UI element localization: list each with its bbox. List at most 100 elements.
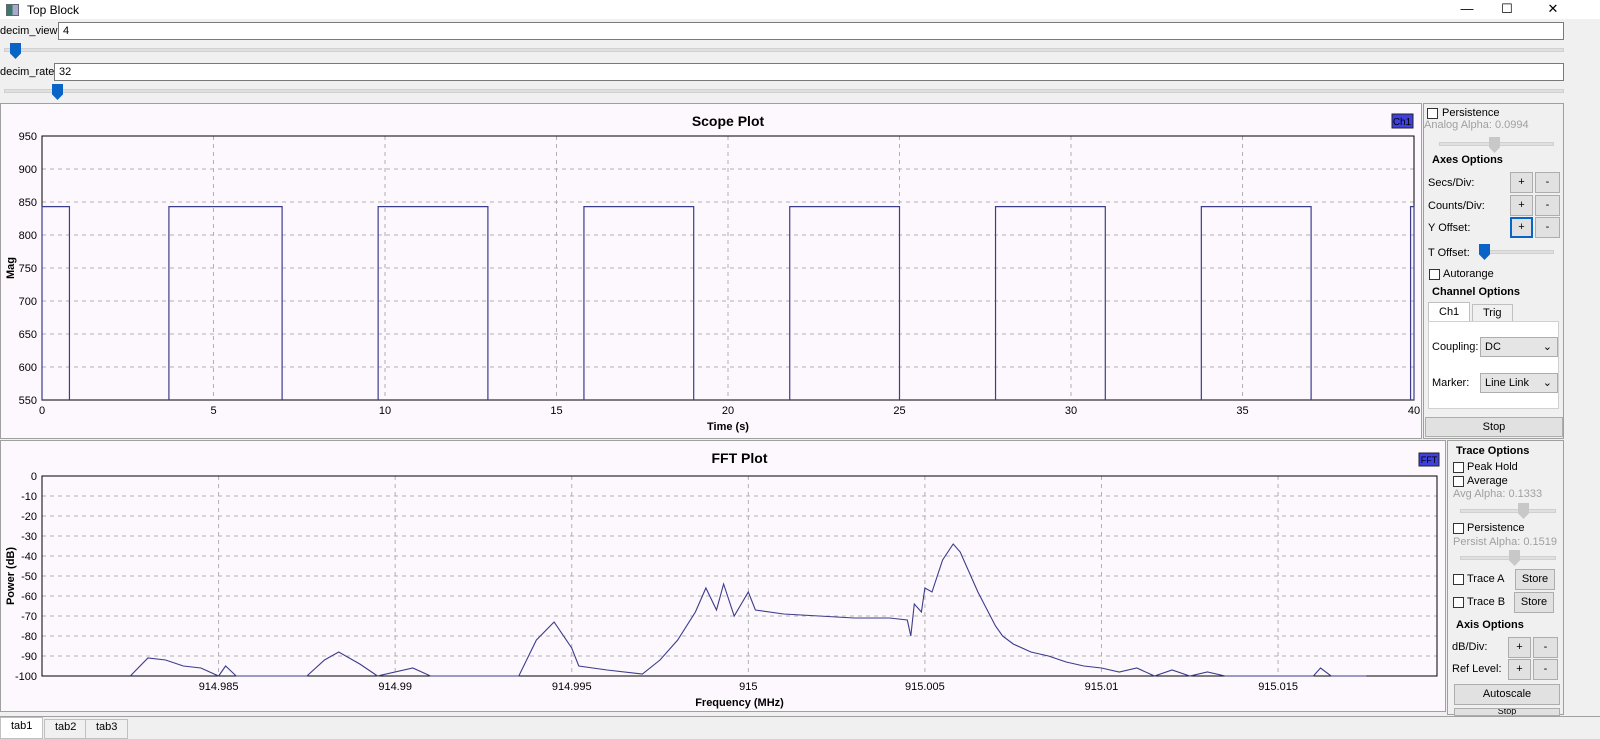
- y-tick-label: -50: [21, 571, 37, 583]
- x-tick-label: 25: [893, 405, 905, 417]
- close-button[interactable]: ✕: [1530, 0, 1576, 19]
- fft-plot: FFT Plot 0 -10 -20 -30 -40 -50 -60 -70 -80 -90 -100…: [5, 450, 1440, 709]
- marker-value: Line Link: [1485, 377, 1530, 389]
- decim-view-slider-handle[interactable]: [10, 43, 21, 59]
- x-tick-label: 915: [739, 681, 757, 693]
- y-tick-label: 900: [19, 164, 37, 176]
- ref-level-label: Ref Level:: [1452, 663, 1502, 675]
- scope-plot-panel: Scope Plot 950 900 850 800 750 700 650 600 550 0 5 1…: [0, 103, 1422, 439]
- db-div-minus-button[interactable]: -: [1533, 637, 1558, 658]
- decim-view-slider[interactable]: [4, 48, 1564, 52]
- x-axis-label: Frequency (MHz): [695, 697, 784, 709]
- fft-persistence-checkbox[interactable]: [1453, 523, 1464, 534]
- y-offset-minus-button[interactable]: -: [1535, 217, 1560, 238]
- trace-b-label: Trace B: [1467, 596, 1506, 608]
- analog-alpha-handle[interactable]: [1489, 137, 1500, 153]
- autorange-label: Autorange: [1443, 268, 1494, 280]
- y-offset-plus-button[interactable]: +: [1510, 217, 1533, 238]
- x-tick-label: 914.995: [552, 681, 592, 693]
- x-tick-label: 914.985: [199, 681, 239, 693]
- x-tick-label: 5: [210, 405, 216, 417]
- x-tick-label: 915.005: [905, 681, 945, 693]
- autorange-checkbox[interactable]: [1429, 269, 1440, 280]
- persist-alpha-slider[interactable]: [1460, 556, 1556, 560]
- axes-options-heading: Axes Options: [1432, 154, 1503, 166]
- counts-div-label: Counts/Div:: [1428, 200, 1485, 212]
- avg-alpha-slider[interactable]: [1460, 509, 1556, 513]
- x-tick-label: 915.01: [1085, 681, 1119, 693]
- tab-tab2[interactable]: tab2: [44, 719, 88, 739]
- y-tick-label: 850: [19, 197, 37, 209]
- decim-view-label: decim_view:: [0, 25, 61, 37]
- counts-div-minus-button[interactable]: -: [1535, 195, 1560, 216]
- t-offset-slider[interactable]: [1479, 250, 1554, 254]
- y-tick-label: -60: [21, 591, 37, 603]
- y-tick-label: -40: [21, 551, 37, 563]
- y-tick-label: -90: [21, 651, 37, 663]
- coupling-label: Coupling:: [1432, 341, 1479, 353]
- plot-title: Scope Plot: [692, 113, 765, 129]
- y-tick-label: 600: [19, 362, 37, 374]
- t-offset-label: T Offset:: [1428, 247, 1470, 259]
- scope-stop-button[interactable]: Stop: [1425, 417, 1563, 437]
- y-tick-label: 800: [19, 230, 37, 242]
- x-tick-label: 20: [722, 405, 734, 417]
- y-tick-label: 950: [19, 131, 37, 143]
- decim-rate-slider-handle[interactable]: [52, 84, 63, 100]
- db-div-label: dB/Div:: [1452, 641, 1488, 653]
- peak-hold-checkbox[interactable]: [1453, 462, 1464, 473]
- persistence-label: Persistence: [1442, 107, 1500, 119]
- tab-tab3[interactable]: tab3: [85, 719, 129, 739]
- y-tick-label: 750: [19, 263, 37, 275]
- trace-b-checkbox[interactable]: [1453, 597, 1464, 608]
- tab-ch1[interactable]: Ch1: [1428, 302, 1471, 322]
- scope-plot: Scope Plot 950 900 850 800 750 700 650 600 5500 5 1…: [5, 113, 1420, 433]
- trace-a-store-button[interactable]: Store: [1515, 569, 1555, 590]
- t-offset-handle[interactable]: [1479, 244, 1490, 260]
- secs-div-minus-button[interactable]: -: [1535, 172, 1560, 193]
- decim-view-input[interactable]: 4: [58, 22, 1564, 40]
- ref-level-minus-button[interactable]: -: [1533, 659, 1558, 680]
- trace-a-label: Trace A: [1467, 573, 1505, 585]
- fft-stop-button[interactable]: Stop: [1454, 708, 1560, 716]
- channel-options-heading: Channel Options: [1432, 286, 1520, 298]
- x-tick-label: 40: [1408, 405, 1420, 417]
- tab-trig[interactable]: Trig: [1472, 304, 1513, 322]
- trace-b-store-button[interactable]: Store: [1514, 592, 1554, 613]
- maximize-button[interactable]: ☐: [1484, 0, 1530, 19]
- y-axis-label: Power (dB): [5, 547, 17, 605]
- fft-plot-panel: FFT Plot 0 -10 -20 -30 -40 -50 -60 -70 -80 -90 -100…: [0, 440, 1446, 712]
- marker-select[interactable]: Line Link ⌄: [1480, 373, 1558, 393]
- tab-bar: tab1 tab2 tab3: [0, 716, 1600, 739]
- counts-div-plus-button[interactable]: +: [1510, 195, 1533, 216]
- autoscale-button[interactable]: Autoscale: [1454, 684, 1560, 705]
- y-tick-label: -20: [21, 511, 37, 523]
- peak-hold-label: Peak Hold: [1467, 461, 1518, 473]
- y-tick-label: 0: [31, 471, 37, 483]
- y-tick-label: -100: [15, 671, 37, 683]
- x-tick-label: 35: [1236, 405, 1248, 417]
- y-tick-label: -70: [21, 611, 37, 623]
- average-checkbox[interactable]: [1453, 476, 1464, 487]
- y-offset-label: Y Offset:: [1428, 222, 1471, 234]
- secs-div-label: Secs/Div:: [1428, 177, 1475, 189]
- decim-rate-input[interactable]: 32: [54, 63, 1564, 81]
- x-tick-label: 30: [1065, 405, 1077, 417]
- ref-level-plus-button[interactable]: +: [1508, 659, 1531, 680]
- trace-a-checkbox[interactable]: [1453, 574, 1464, 585]
- avg-alpha-handle[interactable]: [1518, 503, 1529, 519]
- persistence-checkbox[interactable]: [1427, 108, 1438, 119]
- x-tick-label: 15: [550, 405, 562, 417]
- db-div-plus-button[interactable]: +: [1508, 637, 1531, 658]
- y-axis-label: Mag: [5, 257, 17, 279]
- coupling-select[interactable]: DC ⌄: [1480, 337, 1558, 357]
- average-label: Average: [1467, 475, 1508, 487]
- tab-tab1[interactable]: tab1: [0, 717, 44, 739]
- chevron-down-icon: ⌄: [1542, 377, 1552, 389]
- persist-alpha-label: Persist Alpha: 0.1519: [1453, 536, 1557, 548]
- secs-div-plus-button[interactable]: +: [1510, 172, 1533, 193]
- persist-alpha-handle[interactable]: [1509, 550, 1520, 566]
- marker-label: Marker:: [1432, 377, 1470, 389]
- decim-rate-slider[interactable]: [4, 89, 1564, 93]
- legend-label: FFT: [1421, 455, 1438, 465]
